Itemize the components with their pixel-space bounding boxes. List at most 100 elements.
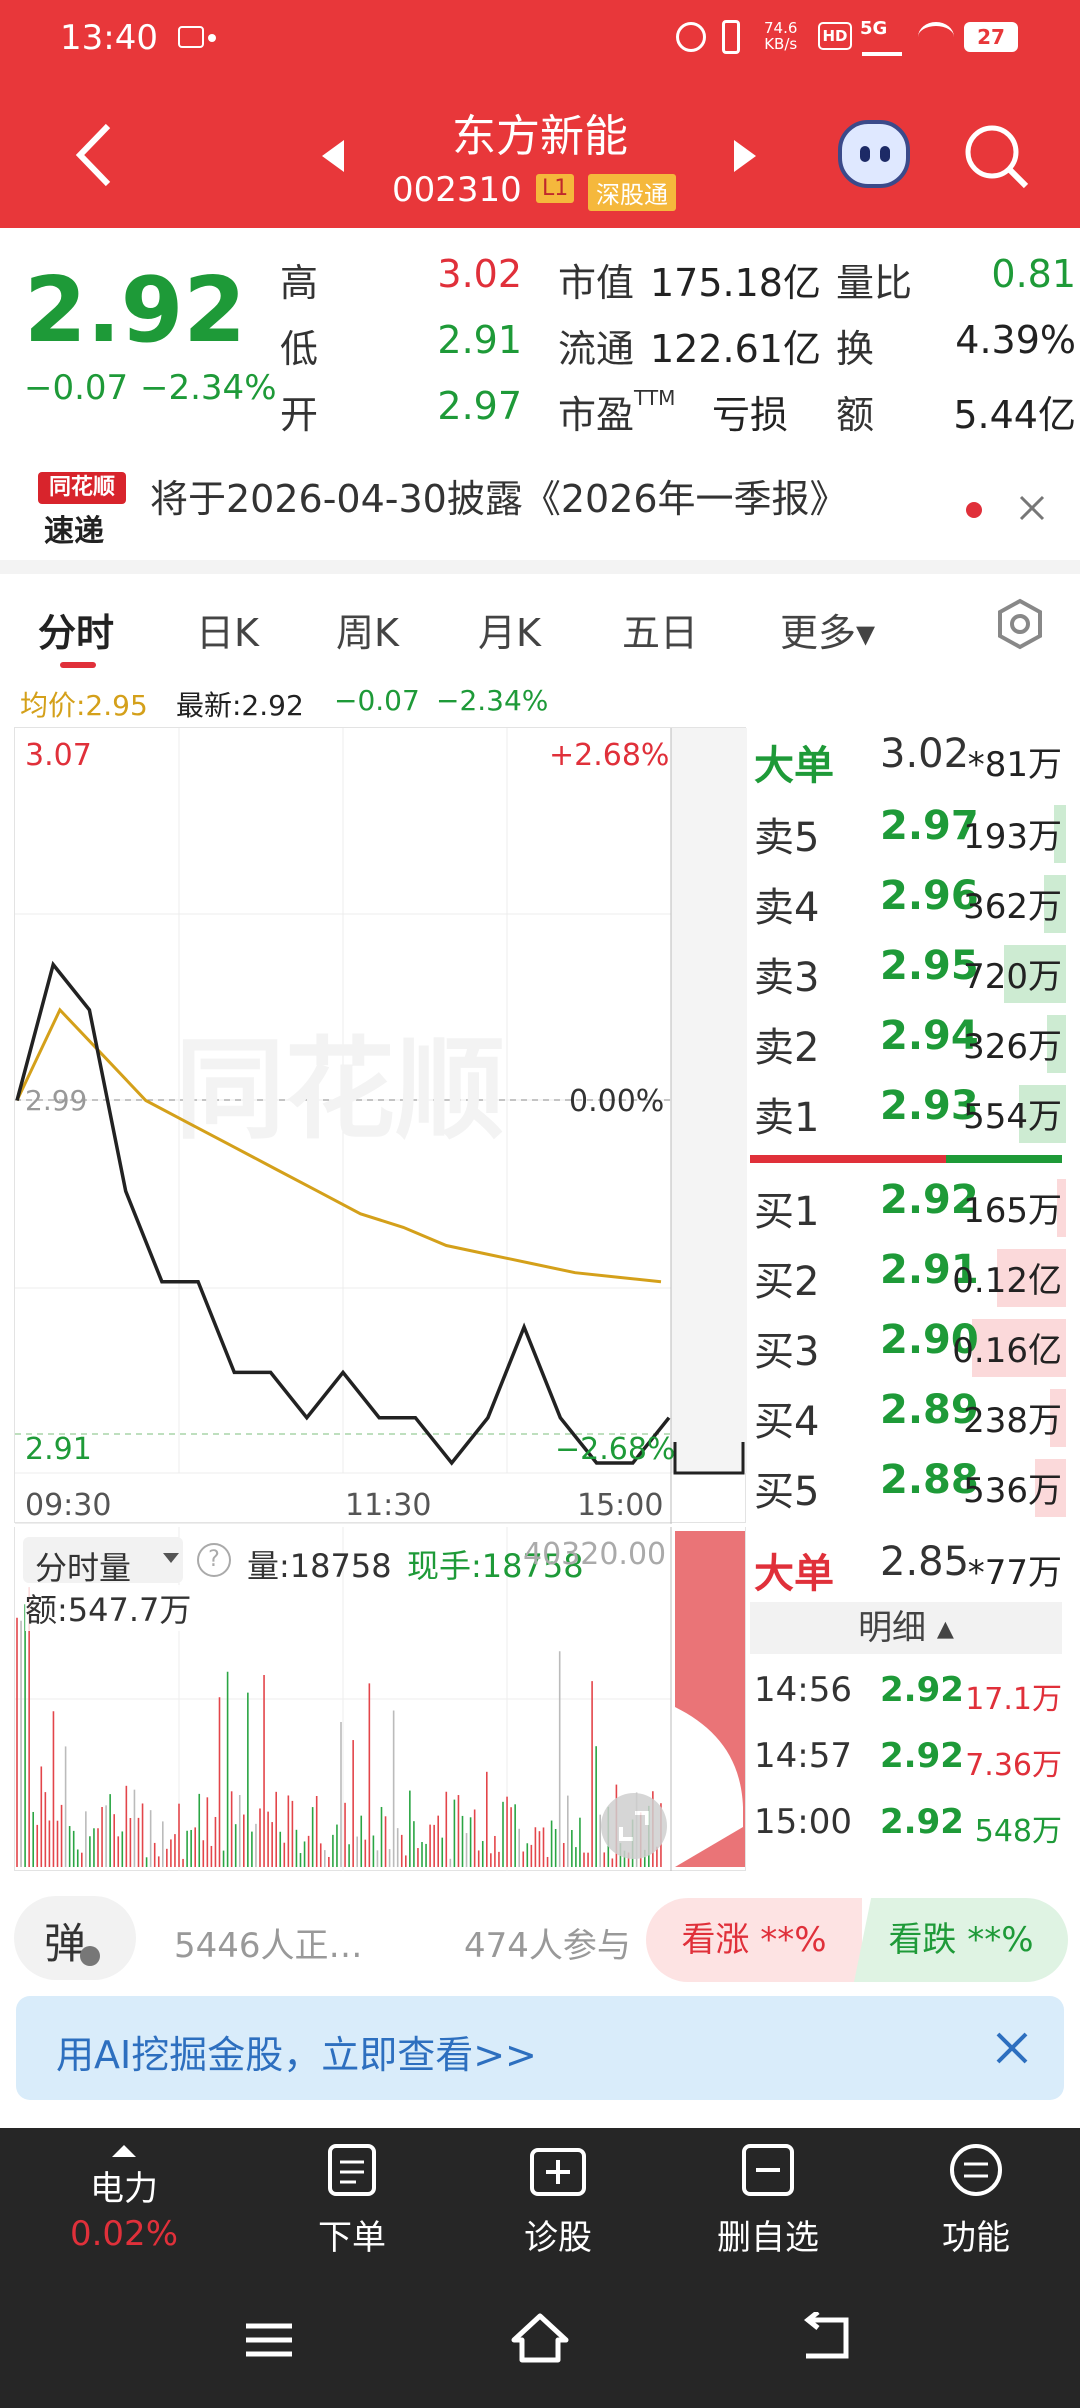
sector-button[interactable]: 电力 0.02% — [34, 2142, 214, 2254]
tab-week-k[interactable]: 周K — [336, 602, 399, 657]
news-ticker[interactable]: 同花顺 速递 将于2026-04-30披露《2026年一季报》 — [0, 450, 1080, 560]
price-change: −0.07 — [24, 368, 129, 408]
express-logo: 同花顺 速递 — [38, 472, 126, 549]
tab-month-k[interactable]: 月K — [478, 602, 541, 657]
tab-more[interactable]: 更多▾ — [780, 602, 875, 657]
help-icon[interactable]: ? — [197, 1543, 231, 1577]
chart-watermark: 同花顺 — [175, 1026, 505, 1154]
signal-icon — [862, 40, 902, 56]
buy-4-volume: 238万 — [963, 1401, 1062, 1441]
sell-5-row: 卖5 2.97 193万 — [754, 799, 1066, 865]
detail-time: 14:57 — [754, 1736, 852, 1776]
open-value: 2.97 — [437, 384, 522, 428]
stock-code: 002310 — [392, 170, 522, 210]
detail-price: 2.92 — [880, 1670, 964, 1710]
buy-4-label: 买4 — [754, 1399, 820, 1445]
latest-change: −0.07 — [334, 684, 420, 717]
prev-stock-icon[interactable] — [318, 136, 348, 176]
ai-banner-text[interactable]: 用AI挖掘金股，立即查看>> — [56, 2024, 537, 2079]
back-icon[interactable] — [70, 120, 120, 190]
big-sell-row: 大单 3.02 *81万 — [754, 731, 1062, 789]
tab-five-day[interactable]: 五日 — [622, 602, 698, 657]
tab-intraday[interactable]: 分时 — [38, 602, 114, 657]
network-label: 5G — [860, 18, 888, 39]
y-top-pct: +2.68% — [549, 738, 670, 773]
buy-1-row: 买1 2.92 165万 — [754, 1173, 1066, 1239]
home-icon[interactable] — [510, 2310, 570, 2366]
function-button[interactable]: 功能 — [886, 2142, 1066, 2259]
bullish-button[interactable]: 看涨 **% — [646, 1898, 862, 1982]
menu-icon[interactable] — [244, 2320, 294, 2360]
alarm-icon — [676, 22, 706, 52]
sell-4-row: 卖4 2.96 362万 — [754, 869, 1066, 935]
volume-type-select[interactable]: 分时量 — [23, 1537, 183, 1587]
news-text[interactable]: 将于2026-04-30披露《2026年一季报》 — [150, 468, 848, 523]
tab-day-k[interactable]: 日K — [196, 602, 259, 657]
sell-5-label: 卖5 — [754, 815, 820, 861]
back-nav-icon[interactable] — [798, 2312, 854, 2362]
y-mid-pct: 0.00% — [569, 1084, 665, 1119]
settings-icon[interactable] — [994, 598, 1046, 650]
avg-price: 均价:2.95 — [20, 689, 148, 722]
price-change-pct: −2.34% — [140, 368, 277, 408]
buy-1-label: 买1 — [754, 1189, 820, 1235]
sell-1-row: 卖1 2.93 554万 — [754, 1079, 1066, 1145]
ai-banner[interactable]: 用AI挖掘金股，立即查看>> — [16, 1996, 1064, 2100]
search-icon[interactable] — [962, 122, 1032, 192]
sell-5-volume: 193万 — [963, 817, 1062, 857]
volratio-label: 量比 — [836, 261, 913, 305]
detail-header[interactable]: 明细 ▴ — [750, 1602, 1062, 1654]
danmu-button[interactable]: 弹 — [14, 1896, 136, 1980]
close-icon[interactable] — [1018, 494, 1046, 522]
close-icon[interactable] — [994, 2030, 1030, 2066]
open-label: 开 — [280, 393, 319, 437]
next-stock-icon[interactable] — [730, 136, 760, 176]
turnover-amount: 额:547.7万 — [25, 1585, 192, 1631]
latest-price: 最新:2.92 — [176, 689, 304, 722]
pe-ttm: TTM — [634, 386, 676, 410]
turnover-value: 4.39% — [955, 318, 1076, 362]
remove-watchlist-button[interactable]: 删自选 — [678, 2142, 858, 2259]
bottom-toolbar: 电力 0.02% 下单 诊股 删自选 功能 — [0, 2128, 1080, 2280]
dropdown-icon — [163, 1553, 179, 1563]
intraday-chart[interactable]: 同花顺 3.07 +2.68% 2.99 0.00% 2.91 −2.68% 0… — [14, 727, 747, 1524]
buy-3-row: 买3 2.90 0.16亿 — [754, 1313, 1066, 1379]
detail-price: 2.92 — [880, 1736, 964, 1776]
tab-indicator — [60, 662, 96, 668]
buy-5-row: 买5 2.88 536万 — [754, 1453, 1066, 1519]
x-mid-time: 11:30 — [345, 1488, 432, 1523]
mcap-value: 175.18亿 — [650, 261, 821, 305]
order-book: 大单 3.02 *81万 卖5 2.97 193万 卖4 2.96 362万 卖3 2.95 7… — [746, 727, 1066, 1597]
volume-max: 40320.00 — [523, 1537, 667, 1572]
detail-time: 14:56 — [754, 1670, 852, 1710]
float-value: 122.61亿 — [650, 327, 821, 371]
chart-canvas: 同花顺 — [15, 728, 747, 1524]
float-label: 流通 — [558, 327, 635, 371]
diagnose-button[interactable]: 诊股 — [468, 2142, 648, 2259]
buy-5-label: 买5 — [754, 1469, 820, 1515]
level-badge: L1 — [536, 174, 575, 203]
current-price: 2.92 — [24, 258, 247, 363]
divider — [0, 560, 1080, 574]
robot-assistant-icon[interactable] — [838, 120, 910, 188]
low-value: 2.91 — [437, 318, 522, 362]
bearish-button[interactable]: 看跌 **% — [854, 1898, 1068, 1982]
wifi-icon — [918, 22, 954, 52]
order-button[interactable]: 下单 — [262, 2142, 442, 2259]
amount-label: 额 — [836, 393, 875, 437]
detail-volume: 7.36万 — [965, 1748, 1062, 1783]
buy-2-label: 买2 — [754, 1259, 820, 1305]
sell-buy-ratio-red — [750, 1155, 946, 1163]
volratio-value: 0.81 — [991, 252, 1076, 296]
status-bar: 13:40 74.6 KB/s HD 5G 27 — [0, 0, 1080, 80]
sell-1-volume: 554万 — [963, 1097, 1062, 1137]
sentiment-bar: 弹 5446人正… 474人参与 看涨 **% 看跌 **% — [0, 1880, 1080, 2000]
remove-icon — [742, 2144, 794, 2196]
menu-circle-icon — [950, 2144, 1002, 2196]
buy-3-label: 买3 — [754, 1329, 820, 1375]
stock-name: 东方新能 — [452, 111, 628, 162]
sell-3-row: 卖3 2.95 720万 — [754, 939, 1066, 1005]
system-nav-bar — [0, 2280, 1080, 2408]
fullscreen-icon[interactable] — [601, 1793, 667, 1859]
notification-icon — [178, 26, 204, 48]
